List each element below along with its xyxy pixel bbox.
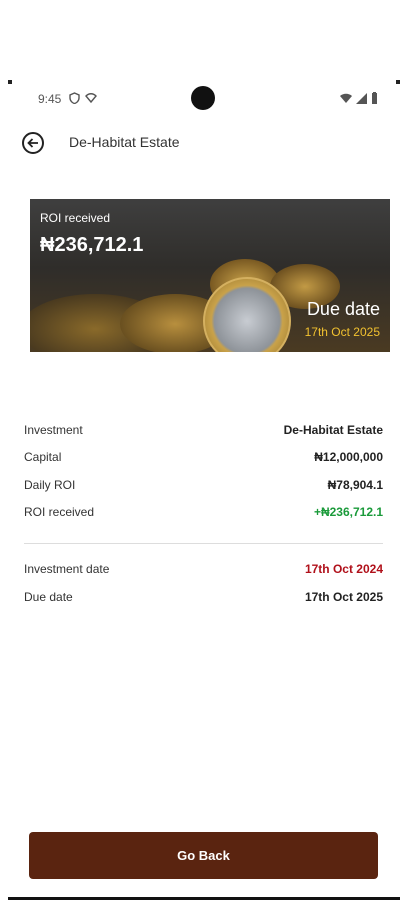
page-title: De-Habitat Estate — [69, 134, 180, 150]
go-back-button[interactable]: Go Back — [29, 832, 378, 879]
detail-row-daily-roi: Daily ROI ₦78,904.1 — [24, 478, 383, 496]
banner-roi-label: ROI received — [40, 211, 111, 225]
detail-value: ₦78,904.1 — [327, 478, 383, 492]
detail-row-capital: Capital ₦12,000,000 — [24, 450, 383, 468]
detail-label: Capital — [24, 450, 62, 464]
divider — [24, 543, 383, 544]
header: De-Habitat Estate — [22, 130, 392, 156]
detail-label: Daily ROI — [24, 478, 76, 492]
detail-value: ₦12,000,000 — [314, 450, 383, 464]
detail-value-due-date: 17th Oct 2025 — [304, 590, 383, 604]
wifi-off-icon — [85, 93, 97, 104]
detail-row-investment-date: Investment date 17th Oct 2024 — [24, 562, 383, 580]
detail-label: Investment date — [24, 562, 110, 576]
camera-cutout — [191, 86, 215, 110]
detail-label: Due date — [24, 590, 73, 604]
banner-due-label: Due date — [306, 299, 380, 319]
banner-roi-value: ₦236,712.1 — [40, 234, 144, 256]
status-time: 9:45 — [38, 92, 62, 106]
detail-row-roi-received: ROI received +₦236,712.1 — [24, 505, 383, 523]
detail-value-investment-date: 17th Oct 2024 — [304, 562, 383, 576]
detail-value-positive: +₦236,712.1 — [313, 505, 383, 519]
signal-icon — [356, 92, 367, 104]
status-icons-right — [340, 92, 378, 104]
detail-row-investment: Investment De-Habitat Estate — [24, 423, 383, 441]
detail-label: ROI received — [24, 505, 95, 519]
banner-due-value: 17th Oct 2025 — [304, 325, 380, 339]
shield-icon — [69, 92, 80, 104]
frame-corner-right — [396, 80, 400, 84]
detail-value: De-Habitat Estate — [283, 423, 383, 437]
battery-icon — [372, 92, 377, 104]
wifi-icon — [340, 93, 352, 103]
status-icons-left — [69, 92, 97, 104]
back-arrow-icon[interactable] — [22, 132, 44, 154]
frame-corner-left — [8, 80, 12, 84]
detail-row-due-date: Due date 17th Oct 2025 — [24, 590, 383, 608]
roi-banner: ROI received ₦236,712.1 Due date 17th Oc… — [30, 199, 390, 352]
detail-label: Investment — [24, 423, 83, 437]
